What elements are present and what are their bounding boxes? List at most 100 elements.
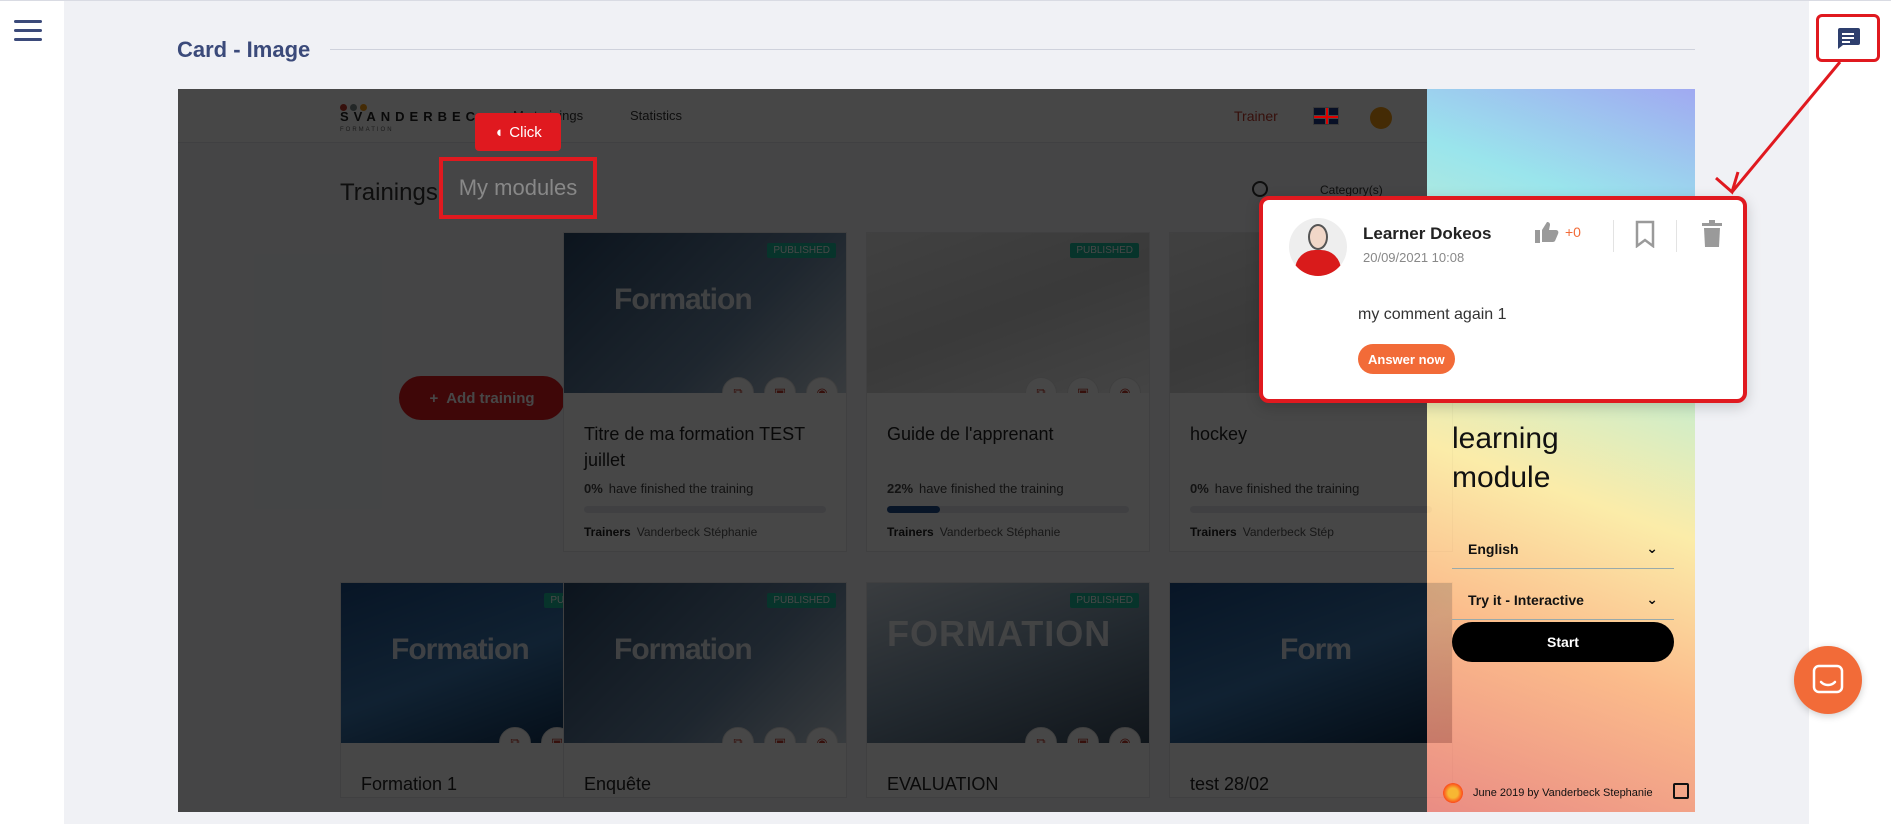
card-title: Enquête bbox=[584, 774, 652, 794]
card-title: hockey bbox=[1190, 424, 1248, 444]
top-divider bbox=[0, 0, 1891, 1]
eye-icon[interactable]: ◉ bbox=[806, 377, 838, 393]
avatar bbox=[1289, 218, 1347, 276]
progress-bar bbox=[584, 506, 826, 513]
copy-icon[interactable]: ⧉ bbox=[1025, 377, 1057, 393]
user-avatar[interactable] bbox=[1370, 107, 1392, 129]
eye-icon[interactable]: ◉ bbox=[806, 727, 838, 743]
status-badge: PUBLISHED bbox=[767, 593, 836, 608]
language-value: English bbox=[1468, 540, 1519, 557]
tab-my-modules[interactable]: My modules bbox=[439, 157, 597, 219]
card-title: test 28/02 bbox=[1190, 774, 1270, 794]
answer-now-button[interactable]: Answer now bbox=[1358, 344, 1455, 374]
card-actions: ⧉ ▣ ◉ bbox=[722, 377, 838, 393]
card-image: Form bbox=[1170, 583, 1452, 743]
comment-popup: Learner Dokeos 20/09/2021 10:08 +0 my co… bbox=[1259, 196, 1747, 403]
trash-icon bbox=[1702, 220, 1722, 247]
chevron-down-icon: ⌄ bbox=[1646, 591, 1658, 607]
comment-date: 20/09/2021 10:08 bbox=[1363, 250, 1465, 265]
sun-logo-icon bbox=[1443, 783, 1463, 803]
like-button[interactable]: +0 bbox=[1533, 220, 1581, 244]
add-training-label: Add training bbox=[446, 389, 535, 407]
card-title: Guide de l'apprenant bbox=[887, 424, 1054, 444]
training-card[interactable]: PUBLISHED ⧉ ▣ ◉ Guide de l'apprenant 22%… bbox=[866, 232, 1150, 552]
comment-author: Learner Dokeos bbox=[1363, 224, 1492, 243]
brand-sub: FORMATION bbox=[340, 127, 394, 133]
mode-value: Try it - Interactive bbox=[1468, 591, 1584, 608]
card-image: Formation PUBLISHED ⧉ ▣ ◉ bbox=[564, 233, 846, 393]
page-title: Card - Image bbox=[177, 37, 311, 62]
comment-text: my comment again 1 bbox=[1358, 306, 1507, 323]
left-rail bbox=[0, 0, 64, 824]
card-progress-text: 22% have finished the training bbox=[887, 481, 1064, 496]
card-actions: ⧉ ▣ ◉ bbox=[722, 727, 838, 743]
copy-icon[interactable]: ⧉ bbox=[1025, 727, 1057, 743]
bookmark-button[interactable] bbox=[1634, 220, 1656, 253]
card-image-text: FORMATION bbox=[887, 613, 1112, 654]
bookmark-icon bbox=[1635, 220, 1655, 249]
copy-icon[interactable]: ⧉ bbox=[722, 377, 754, 393]
card-image-text: Formation bbox=[614, 283, 753, 316]
training-card[interactable]: Formation PUBLISHED ⧉ ▣ ◉ Titre de ma fo… bbox=[563, 232, 847, 552]
training-card[interactable]: FORMATION PUBLISHED ⧉ ▣ ◉ EVALUATION bbox=[866, 582, 1150, 798]
comments-button[interactable] bbox=[1816, 14, 1880, 62]
status-badge: PUBLISHED bbox=[1070, 593, 1139, 608]
delete-button[interactable] bbox=[1701, 220, 1723, 253]
footer-text: June 2019 by Vanderbeck Stephanie bbox=[1473, 787, 1653, 799]
start-button[interactable]: Start bbox=[1452, 622, 1674, 662]
card-image: Formation PUBLISHED ⧉ ▣ ◉ bbox=[564, 583, 846, 743]
export-icon[interactable]: ▣ bbox=[764, 377, 796, 393]
mouse-icon: ◖ bbox=[494, 123, 504, 141]
embedded-app: SVANDERBEC FORMATION My trainings Statis… bbox=[178, 89, 1453, 812]
card-actions: ⧉ ▣ ◉ bbox=[1025, 377, 1141, 393]
status-badge: PUBLISHED bbox=[767, 243, 836, 258]
progress-bar bbox=[1190, 506, 1432, 513]
card-actions: ⧉ ▣ ◉ bbox=[1025, 727, 1141, 743]
chevron-down-icon: ⌄ bbox=[1646, 540, 1658, 556]
click-hint-label: Click bbox=[509, 123, 542, 141]
tab-trainings[interactable]: Trainings bbox=[340, 179, 438, 207]
add-training-button[interactable]: + Add training bbox=[399, 376, 565, 420]
card-title: EVALUATION bbox=[887, 774, 999, 794]
export-icon[interactable]: ▣ bbox=[1067, 727, 1099, 743]
click-hint: ◖ Click bbox=[475, 113, 561, 151]
chat-bubble-icon bbox=[1812, 664, 1844, 694]
card-progress-text: 0% have finished the training bbox=[1190, 481, 1360, 496]
divider bbox=[1676, 220, 1677, 252]
card-image-text: Formation bbox=[391, 633, 530, 666]
plus-icon: + bbox=[429, 389, 439, 407]
card-trainers: Trainers Vanderbeck Stép bbox=[1190, 525, 1334, 539]
like-count: +0 bbox=[1565, 224, 1581, 240]
chat-launcher[interactable] bbox=[1794, 646, 1862, 714]
export-icon[interactable]: ▣ bbox=[1067, 377, 1099, 393]
card-image: PUBLISHED ⧉ ▣ ◉ bbox=[867, 233, 1149, 393]
card-title: Titre de ma formation TEST juillet bbox=[584, 424, 805, 470]
copy-icon[interactable]: ⧉ bbox=[499, 727, 531, 743]
thumbs-up-icon bbox=[1535, 222, 1559, 243]
fullscreen-icon[interactable] bbox=[1673, 783, 1689, 799]
eye-icon[interactable]: ◉ bbox=[1109, 377, 1141, 393]
uk-flag-icon[interactable] bbox=[1313, 107, 1339, 125]
nav-statistics[interactable]: Statistics bbox=[630, 108, 682, 123]
menu-icon[interactable] bbox=[14, 20, 42, 42]
app-navbar: SVANDERBEC FORMATION My trainings Statis… bbox=[178, 89, 1427, 143]
card-image-text: Formation bbox=[614, 633, 753, 666]
mode-select[interactable]: Try it - Interactive ⌄ bbox=[1452, 580, 1674, 620]
progress-bar bbox=[887, 506, 1129, 513]
module-title: learning module bbox=[1452, 422, 1559, 494]
divider bbox=[1613, 220, 1614, 252]
role-selector[interactable]: Trainer bbox=[1234, 108, 1278, 124]
copy-icon[interactable]: ⧉ bbox=[722, 727, 754, 743]
training-card[interactable]: Form test 28/02 bbox=[1169, 582, 1453, 798]
training-card[interactable]: Formation PUBLISHED ⧉ ▣ ◉ Enquête bbox=[563, 582, 847, 798]
brand-logo: SVANDERBEC bbox=[340, 109, 481, 124]
export-icon[interactable]: ▣ bbox=[764, 727, 796, 743]
card-trainers: Trainers Vanderbeck Stéphanie bbox=[584, 525, 758, 539]
language-select[interactable]: English ⌄ bbox=[1452, 529, 1674, 569]
card-progress-text: 0% have finished the training bbox=[584, 481, 754, 496]
side-footer: June 2019 by Vanderbeck Stephanie bbox=[1443, 783, 1683, 803]
eye-icon[interactable]: ◉ bbox=[1109, 727, 1141, 743]
category-filter[interactable]: Category(s) bbox=[1320, 183, 1383, 197]
search-icon[interactable] bbox=[1252, 181, 1268, 197]
card-image-text: Form bbox=[1280, 633, 1352, 666]
